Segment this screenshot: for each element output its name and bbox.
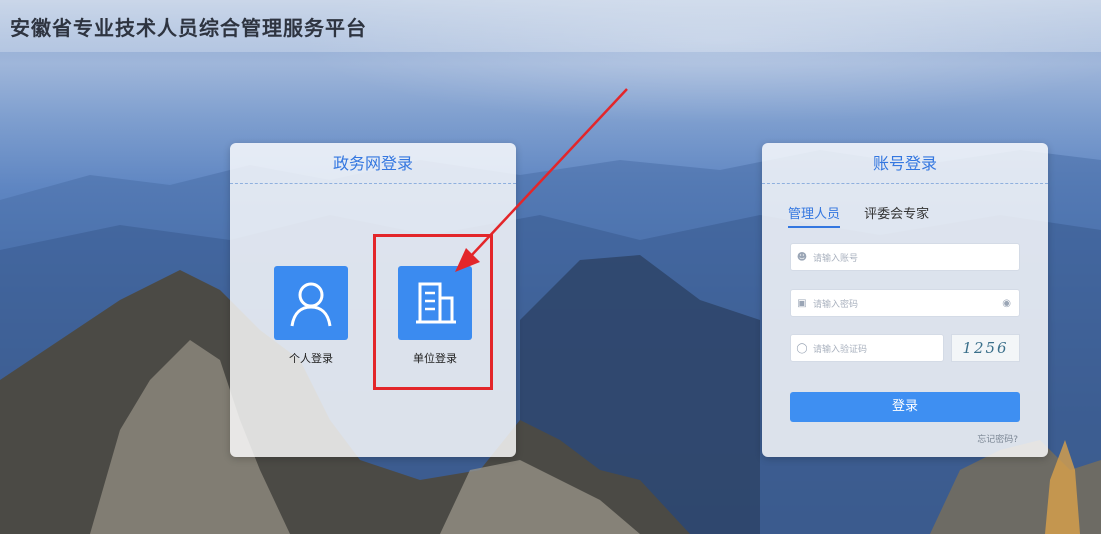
unit-login-highlight-box: [373, 234, 493, 390]
lock-icon: ▣: [797, 297, 807, 309]
captcha-input[interactable]: ◯ 请输入验证码: [790, 334, 944, 362]
account-login-title: 账号登录: [762, 143, 1048, 184]
site-title: 安徽省专业技术人员综合管理服务平台: [10, 16, 367, 40]
login-button[interactable]: 登录: [790, 392, 1020, 422]
user-icon: ☻: [796, 251, 808, 263]
gov-login-title: 政务网登录: [230, 143, 516, 184]
account-input[interactable]: ☻ 请输入账号: [790, 243, 1020, 271]
person-icon: [274, 266, 348, 340]
eye-icon[interactable]: ◉: [1002, 298, 1011, 309]
personal-login-button[interactable]: 个人登录: [271, 266, 351, 366]
captcha-image[interactable]: 1256: [951, 334, 1020, 362]
account-login-panel: 账号登录 管理人员 评委会专家 ☻ 请输入账号 ▣ 请输入密码 ◉ ◯ 请输入验…: [762, 143, 1048, 457]
login-tabs: 管理人员 评委会专家: [788, 203, 949, 228]
password-input[interactable]: ▣ 请输入密码 ◉: [790, 289, 1020, 317]
personal-login-label: 个人登录: [289, 352, 333, 365]
tab-manager[interactable]: 管理人员: [788, 203, 841, 228]
header-bar: 安徽省专业技术人员综合管理服务平台: [0, 0, 1101, 52]
account-placeholder: 请输入账号: [813, 253, 859, 264]
password-placeholder: 请输入密码: [813, 299, 859, 310]
tab-expert[interactable]: 评委会专家: [864, 203, 929, 226]
shield-icon: ◯: [796, 342, 808, 354]
forgot-password-link[interactable]: 忘记密码?: [977, 432, 1018, 445]
captcha-placeholder: 请输入验证码: [813, 344, 868, 355]
